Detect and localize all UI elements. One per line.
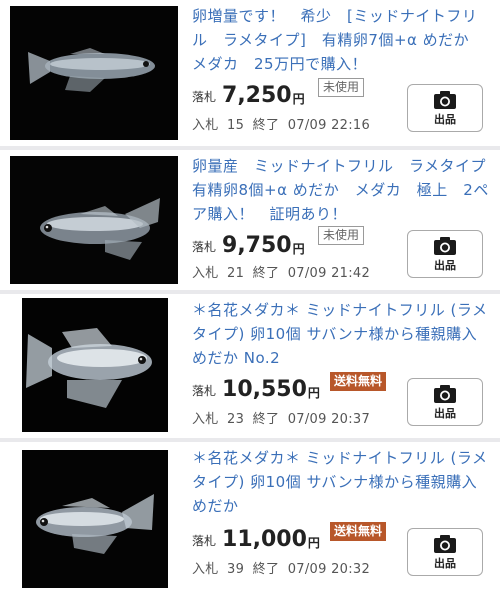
price-currency: 円 — [292, 242, 305, 256]
free-shipping-badge: 送料無料 — [330, 372, 387, 391]
price-label: 落札 — [192, 384, 217, 398]
bid-meta: 入札 23 終了 07/09 20:37 — [192, 408, 374, 427]
bids-count: 23 — [227, 412, 245, 427]
sell-button-label: 出品 — [434, 112, 456, 126]
end-label: 終了 — [252, 562, 280, 577]
end-time: 07/09 20:32 — [287, 562, 371, 577]
item-title-link[interactable]: 卵増量です！ 希少 [ミッドナイトフリル ラメタイプ] 有精卵7個+α めだか … — [192, 4, 492, 76]
end-label: 終了 — [252, 266, 280, 281]
price-row: 落札 7,250 円 — [192, 78, 305, 108]
item-title-link[interactable]: 卵量産 ミッドナイトフリル ラメタイプ 有精卵8個+α めだか メダカ 極上 2… — [192, 154, 500, 226]
list-item[interactable]: ＊名花メダカ＊ ミッドナイトフリル (ラメタイプ) 卵10個 サバンナ様から種親… — [0, 442, 500, 595]
condition-badge: 未使用 — [318, 78, 365, 97]
bid-meta: 入札 21 終了 07/09 21:42 — [192, 262, 374, 281]
end-time: 07/09 21:42 — [287, 266, 371, 281]
bids-count: 15 — [227, 118, 245, 133]
camera-icon — [434, 90, 456, 109]
item-thumbnail[interactable] — [10, 156, 178, 284]
medaka-fish-image — [22, 298, 168, 432]
end-time: 07/09 22:16 — [287, 118, 371, 133]
free-shipping-badge: 送料無料 — [330, 522, 387, 541]
medaka-fish-image — [22, 450, 168, 588]
end-time: 07/09 20:37 — [287, 412, 371, 427]
condition-badge: 未使用 — [318, 226, 365, 245]
bids-label: 入札 — [192, 412, 219, 427]
camera-icon — [434, 236, 456, 255]
bids-count: 21 — [227, 266, 245, 281]
price-currency: 円 — [307, 386, 320, 400]
end-label: 終了 — [252, 118, 280, 133]
camera-icon — [434, 384, 456, 403]
bids-label: 入札 — [192, 266, 219, 281]
bid-meta: 入札 15 終了 07/09 22:16 — [192, 114, 374, 133]
sell-similar-button[interactable]: 出品 — [407, 378, 483, 426]
list-item[interactable]: 卵量産 ミッドナイトフリル ラメタイプ 有精卵8個+α めだか メダカ 極上 2… — [0, 150, 500, 290]
sell-similar-button[interactable]: 出品 — [407, 230, 483, 278]
camera-icon — [434, 534, 456, 553]
price-value: 10,550 — [222, 377, 307, 402]
price-label: 落札 — [192, 240, 217, 254]
list-item[interactable]: 卵増量です！ 希少 [ミッドナイトフリル ラメタイプ] 有精卵7個+α めだか … — [0, 0, 500, 146]
medaka-fish-image — [10, 6, 178, 140]
list-item[interactable]: ＊名花メダカ＊ ミッドナイトフリル (ラメタイプ) 卵10個 サバンナ様から種親… — [0, 294, 500, 438]
sell-button-label: 出品 — [434, 258, 456, 272]
bids-label: 入札 — [192, 562, 219, 577]
price-row: 落札 9,750 円 — [192, 228, 305, 258]
sell-button-label: 出品 — [434, 556, 456, 570]
price-label: 落札 — [192, 534, 217, 548]
price-label: 落札 — [192, 90, 217, 104]
medaka-fish-image — [10, 156, 178, 284]
price-row: 落札 10,550 円 — [192, 372, 320, 402]
sell-similar-button[interactable]: 出品 — [407, 528, 483, 576]
auction-results-list: 卵増量です！ 希少 [ミッドナイトフリル ラメタイプ] 有精卵7個+α めだか … — [0, 0, 500, 595]
bids-label: 入札 — [192, 118, 219, 133]
price-currency: 円 — [307, 536, 320, 550]
bids-count: 39 — [227, 562, 245, 577]
item-thumbnail[interactable] — [10, 6, 178, 140]
price-value: 7,250 — [222, 83, 292, 108]
price-value: 11,000 — [222, 527, 307, 552]
item-thumbnail[interactable] — [22, 298, 168, 432]
price-row: 落札 11,000 円 — [192, 522, 320, 552]
end-label: 終了 — [252, 412, 280, 427]
item-title-link[interactable]: ＊名花メダカ＊ ミッドナイトフリル (ラメタイプ) 卵10個 サバンナ様から種親… — [192, 446, 492, 518]
sell-similar-button[interactable]: 出品 — [407, 84, 483, 132]
bid-meta: 入札 39 終了 07/09 20:32 — [192, 558, 374, 577]
price-value: 9,750 — [222, 233, 292, 258]
item-title-link[interactable]: ＊名花メダカ＊ ミッドナイトフリル (ラメタイプ) 卵10個 サバンナ様から種親… — [192, 298, 492, 370]
sell-button-label: 出品 — [434, 406, 456, 420]
price-currency: 円 — [292, 92, 305, 106]
item-thumbnail[interactable] — [22, 450, 168, 588]
